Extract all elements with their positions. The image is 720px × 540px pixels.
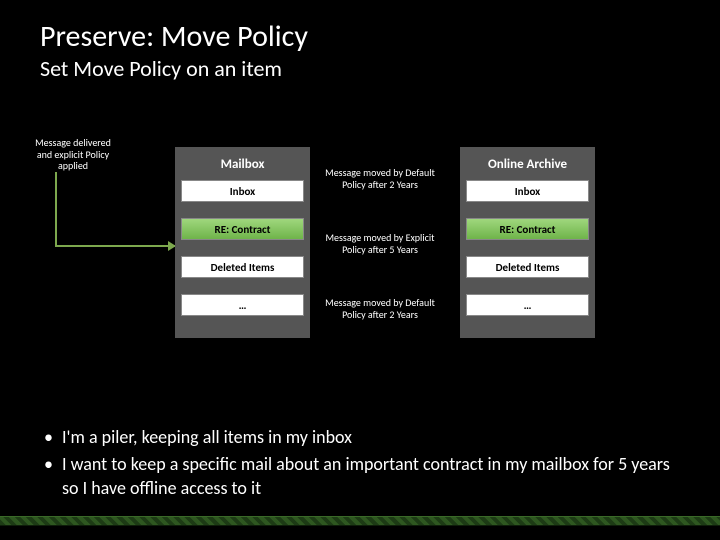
annotation-delivered: Message delivered and explicit Policy ap… [28,137,118,172]
connector-line-vertical [55,172,75,247]
archive-header: Online Archive [466,153,589,180]
mailbox-item-more: … [181,294,304,316]
bullet-item: I want to keep a specific mail about an … [40,453,680,500]
archive-item-contract: RE: Contract [466,218,589,240]
mailbox-column: Mailbox Inbox RE: Contract Deleted Items… [175,147,310,338]
archive-item-deleted: Deleted Items [466,256,589,278]
mailbox-header: Mailbox [181,153,304,180]
slide-title: Preserve: Move Policy [0,0,720,55]
connector-arrow [73,245,175,247]
bullet-list: I'm a piler, keeping all items in my inb… [0,402,720,500]
annotation-move-default-2: Message moved by Default Policy after 2 … [325,297,435,320]
footer-decoration [0,516,720,526]
archive-item-inbox: Inbox [466,180,589,202]
annotation-move-explicit: Message moved by Explicit Policy after 5… [325,232,435,255]
archive-column: Online Archive Inbox RE: Contract Delete… [460,147,595,338]
mailbox-item-inbox: Inbox [181,180,304,202]
annotation-move-default-1: Message moved by Default Policy after 2 … [325,167,435,190]
mailbox-item-deleted: Deleted Items [181,256,304,278]
archive-item-more: … [466,294,589,316]
policy-diagram: Message delivered and explicit Policy ap… [0,122,720,402]
slide-subtitle: Set Move Policy on an item [0,55,720,82]
bullet-item: I'm a piler, keeping all items in my inb… [40,426,680,449]
mailbox-item-contract: RE: Contract [181,218,304,240]
